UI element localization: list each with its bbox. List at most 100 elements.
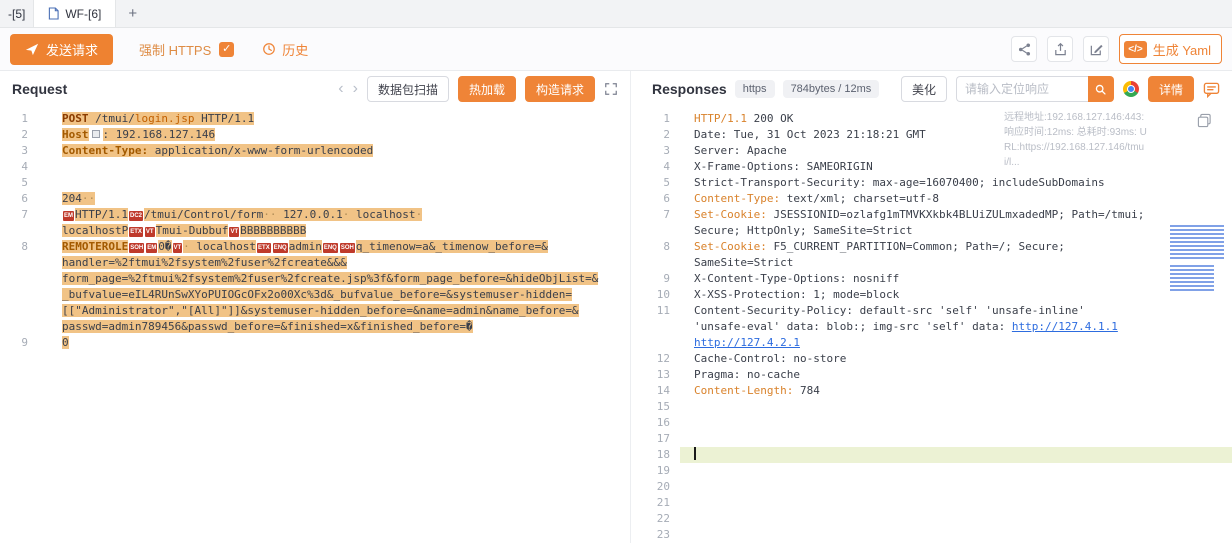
line-content[interactable]: Host: 192.168.127.146 [44, 127, 630, 143]
line-number: 14 [640, 383, 680, 399]
line-content[interactable]: Date: Tue, 31 Oct 2023 21:18:21 GMT [680, 127, 1232, 143]
response-editor[interactable]: 1HTTP/1.1 200 OK2Date: Tue, 31 Oct 2023 … [640, 107, 1232, 543]
editor-line-6[interactable]: 6Content-Type: text/xml; charset=utf-8 [640, 191, 1232, 207]
inline-tag-icon [92, 130, 100, 138]
line-number: 5 [640, 175, 680, 191]
editor-line-12[interactable]: 12Cache-Control: no-store [640, 351, 1232, 367]
editor-line-7[interactable]: 7EMHTTP/1.1DC2/tmui/Control/form·· 127.0… [0, 207, 630, 239]
line-number: 7 [640, 207, 680, 239]
line-content[interactable]: X-Content-Type-Options: nosniff [680, 271, 1232, 287]
prev-request-arrow[interactable]: ‹ [338, 81, 343, 97]
code-token: 204 [62, 192, 82, 205]
editor-line-19[interactable]: 19 [640, 463, 1232, 479]
construct-request-button[interactable]: 构造请求 [525, 76, 595, 102]
details-button[interactable]: 详情 [1148, 76, 1194, 102]
code-token: Tmui-Dubbuf [156, 224, 229, 237]
line-content[interactable]: Content-Length: 784 [680, 383, 1232, 399]
editor-line-8[interactable]: 8Set-Cookie: F5_CURRENT_PARTITION=Common… [640, 239, 1232, 271]
chat-icon[interactable] [1203, 81, 1220, 98]
editor-line-7[interactable]: 7Set-Cookie: JSESSIONID=ozlafg1mTMVKXkbk… [640, 207, 1232, 239]
editor-line-11[interactable]: 11Content-Security-Policy: default-src '… [640, 303, 1232, 351]
line-content[interactable]: 0 [44, 335, 630, 351]
line-content[interactable]: Strict-Transport-Security: max-age=16070… [680, 175, 1232, 191]
edit-button[interactable] [1083, 36, 1109, 62]
editor-line-1[interactable]: 1POST /tmui/login.jsp HTTP/1.1 [0, 111, 630, 127]
line-content[interactable]: Content-Type: application/x-www-form-url… [44, 143, 630, 159]
line-content[interactable] [680, 479, 1232, 495]
editor-line-5[interactable]: 5Strict-Transport-Security: max-age=1607… [640, 175, 1232, 191]
hot-reload-button[interactable]: 热加载 [458, 76, 516, 102]
editor-line-4[interactable]: 4 [0, 159, 630, 175]
editor-line-22[interactable]: 22 [640, 511, 1232, 527]
line-content[interactable] [680, 511, 1232, 527]
editor-line-6[interactable]: 6204·· [0, 191, 630, 207]
panel-divider[interactable] [630, 71, 640, 543]
line-content[interactable] [680, 415, 1232, 431]
line-content[interactable] [44, 175, 630, 191]
editor-line-3[interactable]: 3Content-Type: application/x-www-form-ur… [0, 143, 630, 159]
line-content[interactable]: EMHTTP/1.1DC2/tmui/Control/form·· 127.0.… [44, 207, 630, 239]
export-button[interactable] [1047, 36, 1073, 62]
editor-line-17[interactable]: 17 [640, 431, 1232, 447]
add-tab-button[interactable]: + [116, 0, 149, 27]
next-request-arrow[interactable]: › [353, 81, 358, 97]
editor-line-8[interactable]: 8REMOTEROLESOHEM0�VT· localhostETXENQadm… [0, 239, 630, 335]
export-icon [1053, 42, 1068, 57]
chrome-icon[interactable] [1123, 81, 1139, 97]
editor-line-10[interactable]: 10X-XSS-Protection: 1; mode=block [640, 287, 1232, 303]
editor-line-9[interactable]: 90 [0, 335, 630, 351]
line-content[interactable]: HTTP/1.1 200 OK [680, 111, 1232, 127]
editor-line-14[interactable]: 14Content-Length: 784 [640, 383, 1232, 399]
line-content[interactable]: X-XSS-Protection: 1; mode=block [680, 287, 1232, 303]
fullscreen-icon[interactable] [604, 82, 618, 96]
line-content[interactable] [680, 463, 1232, 479]
search-button[interactable] [1088, 76, 1114, 102]
generate-yaml-button[interactable]: </> 生成 Yaml [1119, 34, 1222, 64]
line-number: 9 [640, 271, 680, 287]
request-editor[interactable]: 1POST /tmui/login.jsp HTTP/1.12Host: 192… [0, 107, 630, 543]
editor-line-13[interactable]: 13Pragma: no-cache [640, 367, 1232, 383]
line-content[interactable] [680, 431, 1232, 447]
line-content[interactable]: POST /tmui/login.jsp HTTP/1.1 [44, 111, 630, 127]
line-content[interactable]: Set-Cookie: JSESSIONID=ozlafg1mTMVKXkbk4… [680, 207, 1232, 239]
editor-line-15[interactable]: 15 [640, 399, 1232, 415]
line-content[interactable] [44, 159, 630, 175]
line-content[interactable]: X-Frame-Options: SAMEORIGIN [680, 159, 1232, 175]
code-token: ·· [263, 208, 276, 221]
line-content[interactable] [680, 399, 1232, 415]
history-button[interactable]: 历史 [262, 40, 308, 59]
response-meta: 远程地址:192.168.127.146:443: 响应时间:12ms: 总耗时… [1004, 110, 1148, 170]
editor-line-23[interactable]: 23 [640, 527, 1232, 543]
line-content[interactable] [680, 495, 1232, 511]
editor-line-20[interactable]: 20 [640, 479, 1232, 495]
beautify-button[interactable]: 美化 [901, 76, 947, 102]
editor-line-2[interactable]: 2Host: 192.168.127.146 [0, 127, 630, 143]
line-content[interactable]: Server: Apache [680, 143, 1232, 159]
line-content[interactable]: Content-Security-Policy: default-src 'se… [680, 303, 1232, 351]
line-content[interactable] [680, 527, 1232, 543]
line-content[interactable]: 204·· [44, 191, 630, 207]
editor-line-9[interactable]: 9X-Content-Type-Options: nosniff [640, 271, 1232, 287]
response-header-actions: 美化 详情 [901, 76, 1220, 102]
line-content[interactable]: Set-Cookie: F5_CURRENT_PARTITION=Common;… [680, 239, 1232, 271]
send-request-button[interactable]: 发送请求 [10, 34, 113, 65]
editor-line-16[interactable]: 16 [640, 415, 1232, 431]
line-content[interactable]: REMOTEROLESOHEM0�VT· localhostETXENQadmi… [44, 239, 630, 335]
force-https-checkbox[interactable]: ✓ [219, 42, 234, 57]
packet-scan-button[interactable]: 数据包扫描 [367, 76, 449, 102]
code-token: Set-Cookie: [694, 208, 767, 221]
search-input[interactable] [956, 76, 1088, 102]
control-char: SOH [129, 243, 144, 253]
tab-webfuzzer[interactable]: WF-[6] [33, 0, 116, 27]
line-content[interactable]: Content-Type: text/xml; charset=utf-8 [680, 191, 1232, 207]
editor-line-5[interactable]: 5 [0, 175, 630, 191]
line-content[interactable] [680, 447, 1232, 463]
code-token: JSESSIONID=ozlafg1mTMVKXkbk4BLUiZULmxade… [767, 208, 1145, 221]
line-content[interactable]: Pragma: no-cache [680, 367, 1232, 383]
share-button[interactable] [1011, 36, 1037, 62]
line-content[interactable]: Cache-Control: no-store [680, 351, 1232, 367]
minimap[interactable] [1170, 225, 1228, 291]
editor-line-21[interactable]: 21 [640, 495, 1232, 511]
tab-overflow[interactable]: -[5] [0, 0, 33, 27]
editor-line-18[interactable]: 18 [640, 447, 1232, 463]
